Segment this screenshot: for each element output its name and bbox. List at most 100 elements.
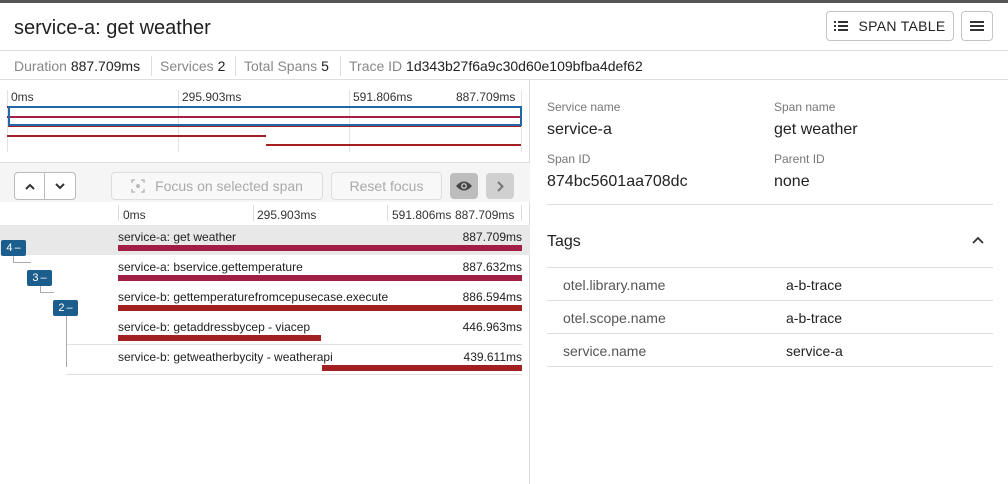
stat-services-value: 2 [217,58,226,74]
span-bar [118,305,522,311]
tag-value: a-b-trace [786,277,843,293]
span-row[interactable]: service-b: gettemperaturefromcepusecase.… [0,285,530,315]
tag-row: otel.library.name a-b-trace [547,268,993,301]
prev-span-button[interactable] [14,172,45,200]
trace-header: service-a: get weather SPAN TABLE [0,3,1008,51]
tag-value: a-b-trace [786,310,843,326]
span-row[interactable]: service-b: getaddressbycep - viacep 446.… [0,315,530,345]
badge-count: 2 [58,302,65,314]
stat-spans-value: 5 [321,58,329,74]
collapse-toggle[interactable]: 2– [53,300,78,316]
span-name-value: get weather [774,121,858,138]
span-id-value: 874bc5601aa708dc [547,173,688,190]
span-duration: 886.594ms [462,290,522,304]
span-row[interactable]: service-b: getweatherbycity - weatherapi… [0,345,530,375]
stat-spans: Total Spans 5 [244,58,329,74]
span-label: service-b: getaddressbycep - viacep [118,320,311,334]
service-name-label: Service name [547,100,621,114]
collapse-toggle[interactable]: 3– [27,270,52,286]
stat-spans-label: Total Spans [244,58,318,74]
axis-tick: 0ms [123,208,146,222]
stat-divider [235,56,236,76]
minimap-selection[interactable] [8,106,522,126]
focus-icon [131,179,145,193]
minus-icon: – [14,242,21,254]
minimap-tick: 0ms [11,90,34,104]
tag-key: otel.scope.name [563,310,666,326]
tag-row: otel.scope.name a-b-trace [547,301,993,334]
chevron-right-icon [496,180,504,192]
minus-icon: – [66,302,73,314]
axis-gridline [387,205,388,221]
tree-line [66,308,67,367]
badge-count: 4 [6,242,13,254]
minus-icon: – [40,272,47,284]
collapse-toggle[interactable]: 4– [1,240,26,256]
span-label: service-a: bservice.gettemperature [118,260,303,274]
span-table-button[interactable]: SPAN TABLE [826,11,954,41]
tag-key: service.name [563,343,647,359]
focus-label: Focus on selected span [155,178,303,194]
span-id-label: Span ID [547,152,591,166]
stat-trace-id-label: Trace ID [349,58,403,74]
stat-trace-id-value: 1d343b27f6a9c30d60e109bfba4def62 [406,58,643,74]
span-bar [321,365,522,371]
span-label: service-a: get weather [118,230,237,244]
span-detail-panel: Service name service-a Span name get wea… [531,80,1008,484]
span-row[interactable]: service-a: bservice.gettemperature 887.6… [0,255,530,285]
expand-panel-button[interactable] [486,173,514,199]
tag-row: service.name service-a [547,334,993,367]
next-span-button[interactable] [45,172,76,200]
timeline-panel: 0ms 295.903ms 591.806ms 887.709ms Focus … [0,80,530,484]
row-divider [66,374,522,375]
stat-services: Services 2 [160,58,225,74]
menu-button[interactable] [961,11,993,41]
tags-title: Tags [547,233,581,250]
minimap[interactable]: 0ms 295.903ms 591.806ms 887.709ms [7,90,522,152]
span-name-label: Span name [774,100,836,114]
span-bar [118,275,522,281]
page-title: service-a: get weather [14,17,211,39]
axis-gridline [521,205,522,221]
span-table-label: SPAN TABLE [858,18,946,34]
stat-services-label: Services [160,58,214,74]
eye-icon [456,181,472,191]
toggle-visibility-button[interactable] [450,173,478,199]
axis-tick: 887.709ms [455,208,515,222]
parent-id-label: Parent ID [774,152,825,166]
stat-duration-value: 887.709ms [70,58,141,74]
reset-focus-button[interactable]: Reset focus [331,172,442,200]
detail-divider [547,204,993,205]
tree-line [13,262,31,263]
stat-trace-id: Trace ID 1d343b27f6a9c30d60e109bfba4def6… [349,58,643,74]
span-duration: 446.963ms [462,320,522,334]
axis-gridline [118,205,119,221]
minimap-tick: 295.903ms [182,90,242,104]
list-icon [834,21,849,31]
trace-stats: Duration 887.709ms Services 2 Total Span… [0,52,1008,80]
minimap-span-bar [266,144,521,146]
span-duration: 439.611ms [463,350,522,364]
span-label: service-b: gettemperaturefromcepusecase.… [118,290,389,304]
chevron-down-icon [55,182,65,189]
focus-selected-span-button[interactable]: Focus on selected span [111,172,323,200]
axis-gridline [253,205,254,221]
span-bar [118,245,522,251]
stat-duration-label: Duration [14,58,67,74]
span-row[interactable]: service-a: get weather 887.709ms [0,225,530,255]
hamburger-icon [970,21,984,31]
tag-value: service-a [786,343,843,359]
reset-label: Reset focus [349,178,424,194]
chevron-up-icon [972,236,984,244]
span-label: service-b: getweatherbycity - weatherapi [118,350,333,364]
tag-key: otel.library.name [563,277,666,293]
stat-divider [340,56,341,76]
span-duration: 887.632ms [462,260,522,274]
parent-id-value: none [774,173,810,190]
chevron-up-icon [24,183,35,190]
span-duration: 887.709ms [462,230,522,244]
badge-count: 3 [32,272,39,284]
minimap-tick: 591.806ms [353,90,413,104]
tags-collapse-button[interactable] [971,231,985,254]
stat-divider [151,56,152,76]
